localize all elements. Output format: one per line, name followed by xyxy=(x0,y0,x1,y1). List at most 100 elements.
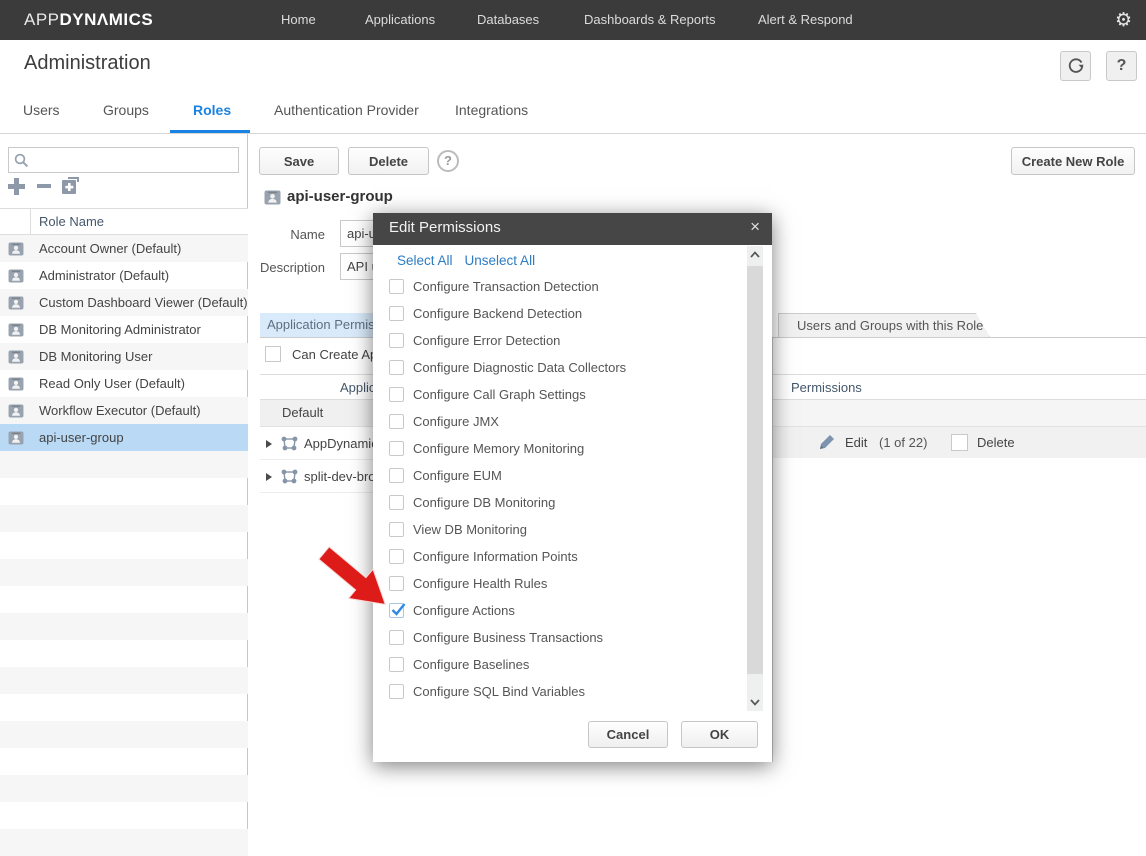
search-input[interactable] xyxy=(33,149,233,171)
nav-home[interactable]: Home xyxy=(281,0,316,40)
expand-arrow-icon[interactable] xyxy=(266,440,272,448)
cancel-button[interactable]: Cancel xyxy=(588,721,668,748)
role-name-label: api-user-group xyxy=(39,430,124,445)
empty-role-row xyxy=(0,586,248,613)
expand-arrow-icon[interactable] xyxy=(266,473,272,481)
permission-checkbox[interactable] xyxy=(389,441,404,456)
role-row[interactable]: Read Only User (Default) xyxy=(0,370,248,397)
permission-row[interactable]: Configure Memory Monitoring xyxy=(389,438,719,465)
save-button[interactable]: Save xyxy=(259,147,339,175)
tab-users[interactable]: Users xyxy=(23,102,60,118)
search-icon xyxy=(13,152,30,169)
nav-dashboards-reports[interactable]: Dashboards & Reports xyxy=(584,0,716,40)
permission-row[interactable]: Configure Transaction Detection xyxy=(389,276,719,303)
permission-checkbox[interactable] xyxy=(389,387,404,402)
permission-checkbox[interactable] xyxy=(389,306,404,321)
tab-integrations[interactable]: Integrations xyxy=(455,102,528,118)
add-role-icon[interactable] xyxy=(6,176,26,196)
role-badge-icon xyxy=(264,190,281,205)
permission-checkbox[interactable] xyxy=(389,522,404,537)
help-button[interactable]: ? xyxy=(1106,51,1137,81)
role-row[interactable]: Account Owner (Default) xyxy=(0,235,248,262)
logo-app: APP xyxy=(24,10,60,29)
modal-scrollbar[interactable] xyxy=(747,246,763,711)
edit-pencil-icon[interactable] xyxy=(818,434,835,451)
permission-row[interactable]: Configure Health Rules xyxy=(389,573,719,600)
close-icon[interactable]: × xyxy=(750,217,760,237)
application-icon xyxy=(280,468,299,485)
permission-row[interactable]: Configure DB Monitoring xyxy=(389,492,719,519)
context-help-icon[interactable]: ? xyxy=(437,150,459,172)
permission-label: Configure Memory Monitoring xyxy=(413,441,584,456)
empty-role-row xyxy=(0,721,248,748)
appdynamics-logo[interactable]: APPDYNΛMICS xyxy=(24,0,153,40)
create-new-role-button[interactable]: Create New Role xyxy=(1011,147,1135,175)
permission-row[interactable]: Configure JMX xyxy=(389,411,719,438)
permission-row[interactable]: Configure Baselines xyxy=(389,654,719,681)
permission-checkbox-checked[interactable] xyxy=(389,603,404,618)
page-title: Administration xyxy=(24,52,151,75)
permission-row[interactable]: View DB Monitoring xyxy=(389,519,719,546)
settings-gear-icon[interactable]: ⚙ xyxy=(1115,0,1132,40)
empty-role-row xyxy=(0,451,248,478)
refresh-button[interactable] xyxy=(1060,51,1091,81)
remove-role-icon[interactable] xyxy=(35,176,53,196)
permission-checkbox[interactable] xyxy=(389,495,404,510)
role-row[interactable]: api-user-group xyxy=(0,424,248,451)
permission-label: Configure JMX xyxy=(413,414,499,429)
scroll-down-icon[interactable] xyxy=(748,695,762,709)
permission-row[interactable]: Configure Actions xyxy=(389,600,719,627)
permission-row[interactable]: Configure Information Points xyxy=(389,546,719,573)
modal-header[interactable]: Edit Permissions × xyxy=(373,213,772,245)
nav-alert-respond[interactable]: Alert & Respond xyxy=(758,0,853,40)
default-group-label: Default xyxy=(282,405,323,420)
unselect-all-link[interactable]: Unselect All xyxy=(465,253,536,268)
tab-authentication-provider[interactable]: Authentication Provider xyxy=(274,102,419,118)
permission-checkbox[interactable] xyxy=(389,630,404,645)
role-name-label: Workflow Executor (Default) xyxy=(39,403,201,418)
scroll-up-icon[interactable] xyxy=(748,248,762,262)
select-all-link[interactable]: Select All xyxy=(397,253,453,268)
scrollbar-thumb[interactable] xyxy=(747,266,763,674)
role-row[interactable]: Administrator (Default) xyxy=(0,262,248,289)
nav-databases[interactable]: Databases xyxy=(477,0,539,40)
top-nav-bar: APPDYNΛMICS Home Applications Databases … xyxy=(0,0,1146,40)
permission-row[interactable]: Configure SQL Bind Variables xyxy=(389,681,719,708)
tab-groups[interactable]: Groups xyxy=(103,102,149,118)
permission-checkbox[interactable] xyxy=(389,657,404,672)
delete-permissions-checkbox[interactable] xyxy=(951,434,968,451)
permission-checkbox[interactable] xyxy=(389,279,404,294)
tab-users-groups-role[interactable]: Users and Groups with this Role xyxy=(778,313,990,337)
permission-checkbox[interactable] xyxy=(389,360,404,375)
permission-checkbox[interactable] xyxy=(389,333,404,348)
can-create-applications-checkbox[interactable] xyxy=(265,346,281,362)
role-row[interactable]: DB Monitoring Administrator xyxy=(0,316,248,343)
delete-button[interactable]: Delete xyxy=(348,147,429,175)
role-row[interactable]: Workflow Executor (Default) xyxy=(0,397,248,424)
refresh-icon xyxy=(1067,57,1085,75)
nav-applications[interactable]: Applications xyxy=(365,0,435,40)
role-row[interactable]: Custom Dashboard Viewer (Default) xyxy=(0,289,248,316)
role-row[interactable]: DB Monitoring User xyxy=(0,343,248,370)
duplicate-role-icon[interactable] xyxy=(60,176,80,196)
permission-row[interactable]: Configure EUM xyxy=(389,465,719,492)
permission-row[interactable]: Configure Business Transactions xyxy=(389,627,719,654)
permission-checkbox[interactable] xyxy=(389,576,404,591)
permission-checkbox[interactable] xyxy=(389,468,404,483)
permission-row[interactable]: Configure Backend Detection xyxy=(389,303,719,330)
tab-roles[interactable]: Roles xyxy=(193,102,231,118)
edit-permissions-link[interactable]: Edit xyxy=(845,435,867,450)
permission-row[interactable]: Configure Error Detection xyxy=(389,330,719,357)
role-search-box[interactable] xyxy=(8,147,239,173)
permission-checkbox[interactable] xyxy=(389,414,404,429)
name-label: Name xyxy=(240,227,325,242)
role-name-label: Custom Dashboard Viewer (Default) xyxy=(39,295,248,310)
modal-title: Edit Permissions xyxy=(389,219,501,236)
permission-row[interactable]: Configure Call Graph Settings xyxy=(389,384,719,411)
permission-checkbox[interactable] xyxy=(389,684,404,699)
ok-button[interactable]: OK xyxy=(681,721,758,748)
permission-checkbox[interactable] xyxy=(389,549,404,564)
description-label: Description xyxy=(240,260,325,275)
permission-label: Configure Backend Detection xyxy=(413,306,582,321)
permission-row[interactable]: Configure Diagnostic Data Collectors xyxy=(389,357,719,384)
